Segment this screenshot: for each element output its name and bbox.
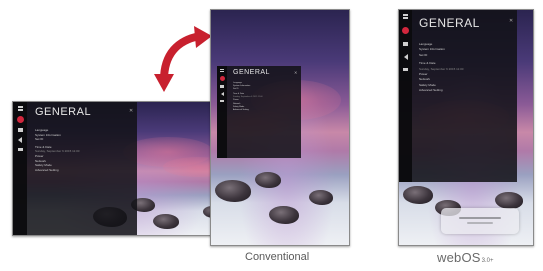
menu-item-advanced-setting[interactable]: Advanced Setting xyxy=(35,168,79,173)
network-icon xyxy=(403,68,408,71)
rock xyxy=(495,192,523,209)
rail-item-quick[interactable] xyxy=(220,69,224,72)
rail-item-network[interactable] xyxy=(17,148,23,151)
network-icon xyxy=(17,148,23,151)
rail-item-picture[interactable] xyxy=(403,42,408,46)
rail-item-general[interactable] xyxy=(402,27,409,34)
sound-icon xyxy=(220,92,224,96)
rail-item-general[interactable] xyxy=(16,116,24,123)
settings-rail xyxy=(13,102,27,235)
general-icon xyxy=(219,76,225,81)
close-icon[interactable]: ✕ xyxy=(129,108,133,114)
close-icon[interactable]: ✕ xyxy=(509,18,513,24)
rock xyxy=(153,214,179,229)
rail-item-quick[interactable] xyxy=(403,14,408,19)
rock xyxy=(255,172,281,188)
settings-rail xyxy=(399,10,412,182)
portrait-display-conventional: GENERAL ✕ Language System Information Se… xyxy=(210,9,350,246)
menu-item-advanced-setting[interactable]: Advanced Setting xyxy=(419,88,463,93)
picture-icon xyxy=(220,85,224,88)
page-title: GENERAL xyxy=(35,106,92,118)
settings-panel-webos: GENERAL ✕ Language System Information Se… xyxy=(399,10,517,182)
settings-rail xyxy=(217,66,227,158)
menu-item-advanced-setting[interactable]: Advanced Setting xyxy=(233,109,263,112)
rail-item-sound[interactable] xyxy=(220,92,224,96)
caption-webos: webOS3.0+ xyxy=(437,249,494,267)
rail-item-quick[interactable] xyxy=(17,106,23,111)
settings-menu: Language System Information Set ID Time … xyxy=(233,82,263,112)
sound-icon xyxy=(18,137,22,143)
rail-item-sound[interactable] xyxy=(18,137,22,143)
caption-webos-version: 3.0+ xyxy=(481,258,494,264)
curved-double-arrow-icon xyxy=(154,26,212,92)
general-icon xyxy=(402,27,409,34)
page-title: GENERAL xyxy=(419,16,480,30)
rock xyxy=(269,206,299,224)
settings-panel-conventional: GENERAL ✕ Language System Information Se… xyxy=(217,66,301,158)
general-icon xyxy=(16,116,24,123)
rail-item-picture[interactable] xyxy=(17,128,23,132)
portrait-display-webos: GENERAL ✕ Language System Information Se… xyxy=(398,9,534,246)
rail-item-network[interactable] xyxy=(403,68,408,71)
settings-panel: GENERAL ✕ Language System Information Se… xyxy=(13,102,137,235)
rock xyxy=(215,180,251,202)
page-title: GENERAL xyxy=(233,69,270,76)
rock xyxy=(309,190,333,205)
picture-icon xyxy=(17,128,23,132)
caption-webos-name: webOS xyxy=(437,250,481,265)
rail-item-sound[interactable] xyxy=(403,54,408,60)
sound-icon xyxy=(403,54,408,60)
landscape-display: GENERAL ✕ Language System Information Se… xyxy=(12,101,228,236)
settings-menu: Language System Information Set ID Time … xyxy=(419,42,463,94)
rail-item-picture[interactable] xyxy=(220,85,224,88)
network-icon xyxy=(220,100,224,102)
picture-icon xyxy=(403,42,408,46)
caption-conventional: Conventional xyxy=(245,251,310,263)
close-icon[interactable]: ✕ xyxy=(294,70,297,75)
notification-toast xyxy=(441,208,519,234)
rock xyxy=(403,186,433,204)
rail-item-general[interactable] xyxy=(219,76,225,81)
settings-menu: Language System Information Set ID Time … xyxy=(35,128,79,172)
rail-item-network[interactable] xyxy=(220,100,224,102)
